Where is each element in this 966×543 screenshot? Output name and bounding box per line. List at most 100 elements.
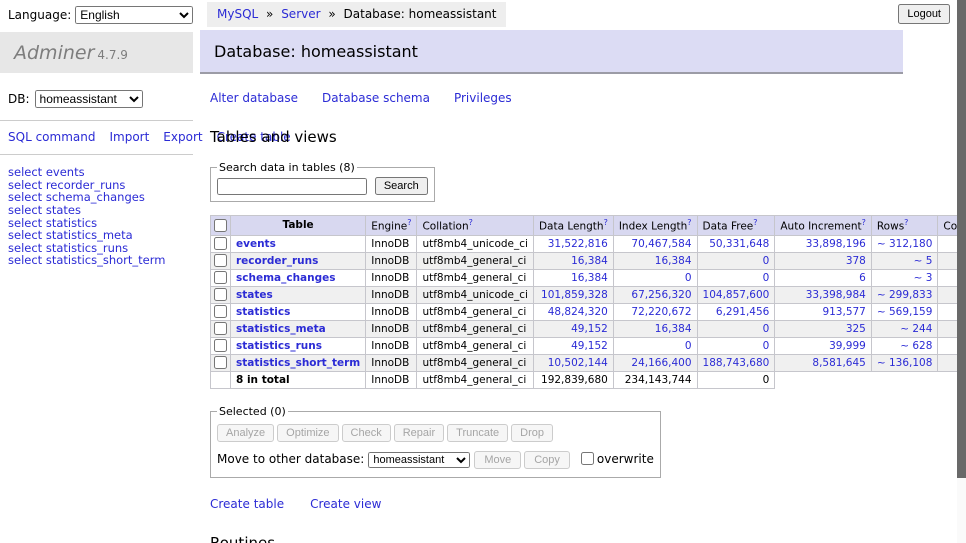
overwrite-checkbox[interactable] — [581, 452, 594, 465]
data-length-link[interactable]: 49,152 — [571, 340, 608, 352]
truncate-button[interactable]: Truncate — [447, 424, 508, 442]
help-link[interactable]: ? — [862, 218, 866, 227]
sidebar-link-import[interactable]: Import — [109, 130, 149, 144]
sidebar-table-list: select eventsselect recorder_runsselect … — [0, 155, 200, 278]
table-name-link[interactable]: statistics_runs — [236, 340, 322, 352]
rows-count-link[interactable]: ~ 5 — [914, 255, 933, 267]
move-db-select[interactable]: homeassistant — [368, 452, 470, 468]
index-length-link[interactable]: 70,467,584 — [631, 238, 691, 250]
help-link[interactable]: ? — [469, 218, 473, 227]
language-select[interactable]: English — [75, 6, 193, 24]
data-free-link[interactable]: 50,331,648 — [709, 238, 769, 250]
row-checkbox[interactable] — [214, 339, 227, 352]
engine-cell: InnoDB — [366, 286, 417, 303]
row-checkbox[interactable] — [214, 237, 227, 250]
row-checkbox-cell — [211, 320, 231, 337]
data-length-link[interactable]: 16,384 — [571, 255, 608, 267]
help-link[interactable]: ? — [407, 218, 411, 227]
analyze-button[interactable]: Analyze — [217, 424, 274, 442]
row-checkbox[interactable] — [214, 356, 227, 369]
auto-increment-link[interactable]: 6 — [859, 272, 866, 284]
table-link-statistics_short_term[interactable]: statistics_short_term — [46, 253, 166, 267]
logout-button[interactable]: Logout — [898, 4, 950, 24]
index-length-link[interactable]: 16,384 — [655, 323, 692, 335]
data-length-link[interactable]: 16,384 — [571, 272, 608, 284]
table-name-link[interactable]: recorder_runs — [236, 255, 318, 267]
table-name-link[interactable]: statistics_meta — [236, 323, 326, 335]
auto-increment-link[interactable]: 913,577 — [822, 306, 865, 318]
rows-count-link[interactable]: ~ 3 — [914, 272, 933, 284]
row-checkbox[interactable] — [214, 271, 227, 284]
vertical-scrollbar-track[interactable] — [957, 0, 966, 543]
data-free-link[interactable]: 0 — [763, 272, 770, 284]
sidebar-link-sql-command[interactable]: SQL command — [8, 130, 95, 144]
create-view-link[interactable]: Create view — [310, 497, 381, 511]
rows-count-link[interactable]: ~ 569,159 — [877, 306, 933, 318]
auto-increment-link[interactable]: 39,999 — [829, 340, 866, 352]
db-link-privileges[interactable]: Privileges — [454, 91, 512, 105]
data-free-link[interactable]: 0 — [763, 323, 770, 335]
sidebar-link-export[interactable]: Export — [163, 130, 202, 144]
rows-count-link[interactable]: ~ 312,180 — [877, 238, 933, 250]
search-input[interactable] — [217, 178, 367, 195]
index-length-link[interactable]: 67,256,320 — [631, 289, 691, 301]
data-free-link[interactable]: 188,743,680 — [703, 357, 770, 369]
table-name-link[interactable]: states — [236, 289, 273, 301]
data-length-link[interactable]: 10,502,144 — [548, 357, 608, 369]
optimize-button[interactable]: Optimize — [277, 424, 338, 442]
index-length-link[interactable]: 72,220,672 — [631, 306, 691, 318]
index-length-link[interactable]: 0 — [685, 340, 692, 352]
help-link[interactable]: ? — [904, 218, 908, 227]
copy-button[interactable]: Copy — [524, 451, 570, 469]
data-free-link[interactable]: 6,291,456 — [716, 306, 769, 318]
db-link-alter-database[interactable]: Alter database — [210, 91, 298, 105]
check-button[interactable]: Check — [342, 424, 391, 442]
auto-increment-link[interactable]: 8,581,645 — [812, 357, 865, 369]
table-name-link[interactable]: events — [236, 238, 276, 250]
select-link[interactable]: select — [8, 253, 42, 267]
index-length-link[interactable]: 16,384 — [655, 255, 692, 267]
index-length-link[interactable]: 0 — [685, 272, 692, 284]
drop-button[interactable]: Drop — [511, 424, 553, 442]
data-free-link[interactable]: 0 — [763, 340, 770, 352]
search-button[interactable]: Search — [375, 177, 428, 195]
repair-button[interactable]: Repair — [394, 424, 444, 442]
breadcrumb-link-server[interactable]: Server — [281, 7, 320, 21]
rows-count-link[interactable]: ~ 299,833 — [877, 289, 933, 301]
db-link-database-schema[interactable]: Database schema — [322, 91, 430, 105]
data-length-link[interactable]: 48,824,320 — [548, 306, 608, 318]
help-link[interactable]: ? — [687, 218, 691, 227]
rows-count-link[interactable]: ~ 628 — [900, 340, 932, 352]
selected-fieldset: Selected (0) AnalyzeOptimizeCheckRepairT… — [210, 405, 661, 478]
breadcrumb-link-mysql[interactable]: MySQL — [217, 7, 258, 21]
row-checkbox[interactable] — [214, 288, 227, 301]
row-checkbox[interactable] — [214, 322, 227, 335]
data-free-link[interactable]: 104,857,600 — [703, 289, 770, 301]
rows-count-link[interactable]: ~ 136,108 — [877, 357, 933, 369]
row-checkbox[interactable] — [214, 254, 227, 267]
select-all-checkbox[interactable] — [214, 219, 227, 232]
auto-increment-link[interactable]: 33,898,196 — [806, 238, 866, 250]
table-name-link[interactable]: schema_changes — [236, 272, 336, 284]
row-checkbox[interactable] — [214, 305, 227, 318]
table-name-link[interactable]: statistics — [236, 306, 290, 318]
index-length-link[interactable]: 24,166,400 — [631, 357, 691, 369]
rows-count-link[interactable]: ~ 244 — [900, 323, 932, 335]
db-select[interactable]: homeassistant — [35, 90, 143, 108]
total-data-free-cell: 0 — [697, 371, 775, 388]
main-content: Alter databaseDatabase schemaPrivileges … — [200, 91, 966, 543]
vertical-scrollbar-thumb[interactable] — [957, 0, 966, 478]
move-button[interactable]: Move — [474, 451, 521, 469]
app-version-link[interactable]: 4.7.9 — [97, 48, 128, 62]
auto-increment-link[interactable]: 378 — [846, 255, 866, 267]
auto-increment-link[interactable]: 325 — [846, 323, 866, 335]
create-table-link[interactable]: Create table — [210, 497, 284, 511]
data-length-link[interactable]: 31,522,816 — [548, 238, 608, 250]
help-link[interactable]: ? — [753, 218, 757, 227]
data-length-link[interactable]: 49,152 — [571, 323, 608, 335]
data-length-link[interactable]: 101,859,328 — [541, 289, 608, 301]
auto-increment-link[interactable]: 33,398,984 — [806, 289, 866, 301]
data-free-link[interactable]: 0 — [763, 255, 770, 267]
table-name-link[interactable]: statistics_short_term — [236, 357, 360, 369]
help-link[interactable]: ? — [604, 218, 608, 227]
